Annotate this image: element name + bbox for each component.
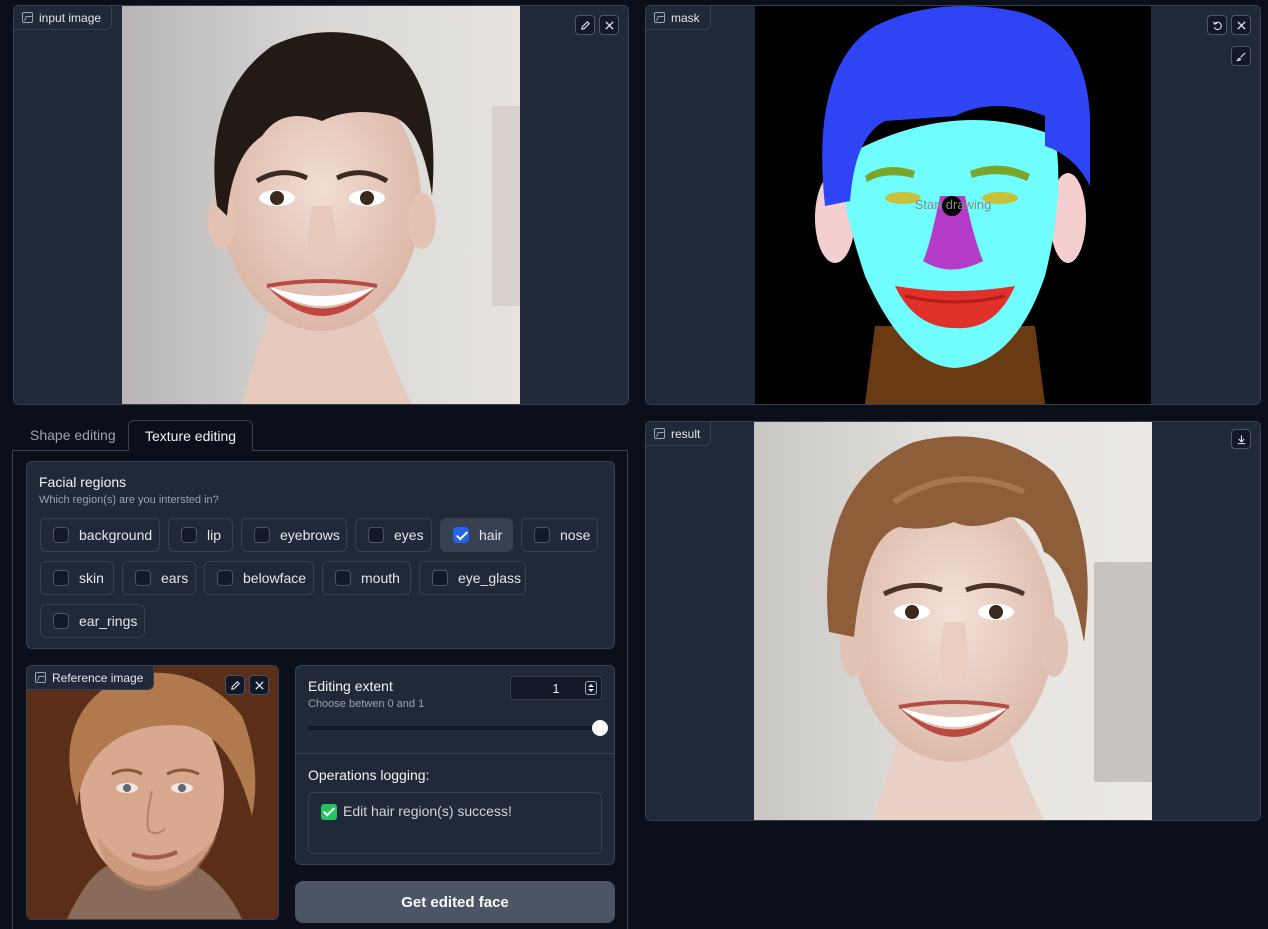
checkbox-hair[interactable]: hair <box>440 518 513 552</box>
checkbox-box-checked[interactable] <box>453 527 469 543</box>
divider <box>296 753 614 754</box>
input-image-panel: input image <box>13 5 629 405</box>
slider-thumb[interactable] <box>592 720 608 736</box>
checkbox-box[interactable] <box>217 570 233 586</box>
editing-extent-input[interactable]: 1 <box>510 676 602 700</box>
image-icon <box>22 12 33 23</box>
checkbox-box[interactable] <box>432 570 448 586</box>
get-edited-face-button[interactable]: Get edited face <box>295 881 615 923</box>
checkbox-box[interactable] <box>335 570 351 586</box>
editing-controls-block: Editing extent Choose betwen 0 and 1 1 O… <box>295 665 615 865</box>
download-icon[interactable] <box>1231 429 1251 449</box>
edit-icon[interactable] <box>575 15 595 35</box>
checkbox-lip[interactable]: lip <box>168 518 233 552</box>
mask-panel: mask Start drawing <box>645 5 1261 405</box>
checkbox-box[interactable] <box>254 527 270 543</box>
checkbox-box[interactable] <box>53 570 69 586</box>
editing-extent-slider[interactable] <box>308 720 608 736</box>
tab-shape-editing[interactable]: Shape editing <box>14 420 132 451</box>
checkbox-box[interactable] <box>534 527 550 543</box>
checkbox-box[interactable] <box>368 527 384 543</box>
image-icon <box>35 672 46 683</box>
checkbox-box[interactable] <box>53 527 69 543</box>
edit-icon[interactable] <box>225 675 245 695</box>
editing-extent-subtitle: Choose betwen 0 and 1 <box>308 698 425 710</box>
brush-icon[interactable] <box>1231 46 1251 66</box>
checkbox-background[interactable]: background <box>40 518 160 552</box>
reference-face-image[interactable] <box>27 666 278 919</box>
check-mark-icon <box>321 804 337 820</box>
close-icon[interactable] <box>1231 15 1251 35</box>
checkbox-box[interactable] <box>181 527 197 543</box>
checkbox-eyes[interactable]: eyes <box>355 518 432 552</box>
checkbox-eye-glass[interactable]: eye_glass <box>419 561 526 595</box>
reference-image-panel: Reference image <box>26 665 279 920</box>
checkbox-box[interactable] <box>135 570 151 586</box>
input-face-image[interactable] <box>122 6 520 404</box>
checkbox-ear-rings[interactable]: ear_rings <box>40 604 145 638</box>
close-icon[interactable] <box>599 15 619 35</box>
result-label: result <box>646 422 712 446</box>
mask-canvas[interactable]: Start drawing <box>755 6 1151 404</box>
mask-label: mask <box>646 6 711 30</box>
image-icon <box>654 428 665 439</box>
logging-message: Edit hair region(s) success! <box>343 803 512 819</box>
result-face-image[interactable] <box>754 422 1152 820</box>
undo-icon[interactable] <box>1207 15 1227 35</box>
logging-output: Edit hair region(s) success! <box>308 792 602 854</box>
facial-regions-block: Facial regions Which region(s) are you i… <box>26 461 615 649</box>
editing-extent-title: Editing extent <box>308 678 393 694</box>
result-panel: result <box>645 421 1261 821</box>
reference-image-label: Reference image <box>27 666 155 690</box>
facial-regions-title: Facial regions <box>39 474 127 490</box>
facial-regions-subtitle: Which region(s) are you intersted in? <box>39 494 219 506</box>
input-image-label: input image <box>14 6 113 30</box>
spinner-icon[interactable] <box>585 681 597 695</box>
tab-texture-editing[interactable]: Texture editing <box>128 420 254 451</box>
close-icon[interactable] <box>249 675 269 695</box>
checkbox-nose[interactable]: nose <box>521 518 598 552</box>
checkbox-eyebrows[interactable]: eyebrows <box>241 518 347 552</box>
checkbox-mouth[interactable]: mouth <box>322 561 411 595</box>
checkbox-skin[interactable]: skin <box>40 561 114 595</box>
editing-tabs: Shape editing Texture editing <box>12 420 628 451</box>
checkbox-box[interactable] <box>53 613 69 629</box>
checkbox-belowface[interactable]: belowface <box>204 561 314 595</box>
checkbox-ears[interactable]: ears <box>122 561 196 595</box>
mask-hint-text: Start drawing <box>914 197 992 212</box>
logging-title: Operations logging: <box>308 767 430 783</box>
image-icon <box>654 12 665 23</box>
